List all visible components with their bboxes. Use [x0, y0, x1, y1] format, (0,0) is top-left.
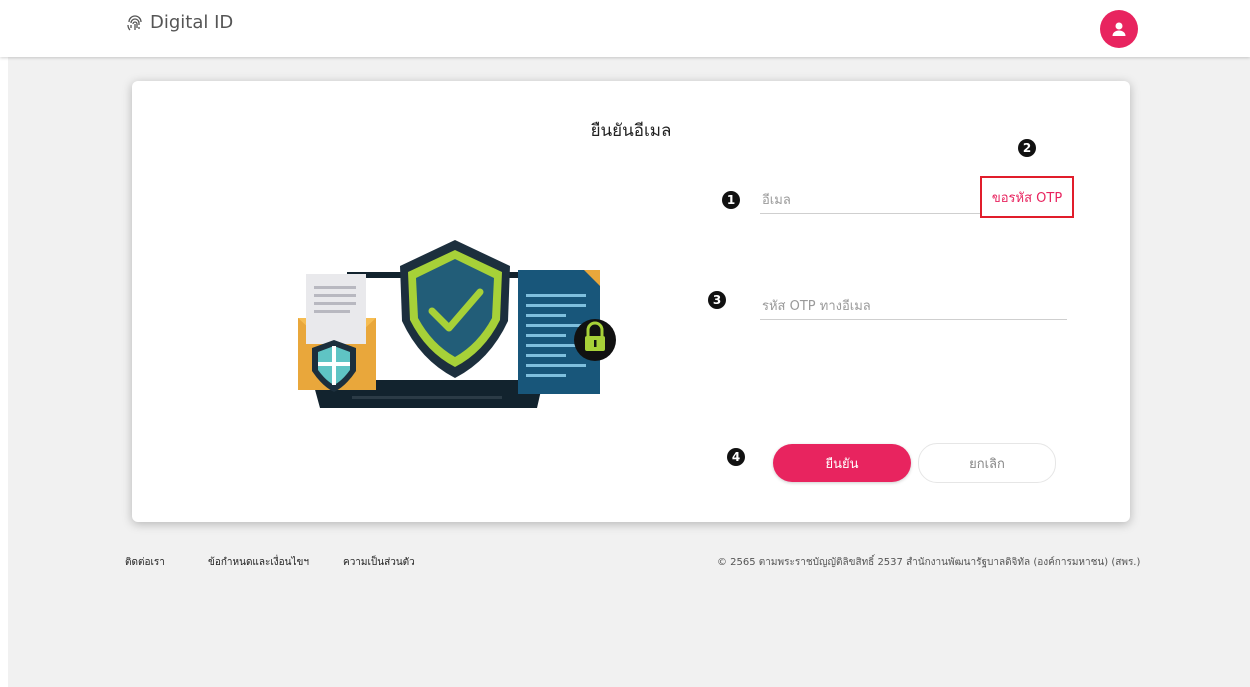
user-icon — [1112, 22, 1126, 36]
brand[interactable]: Digital ID — [125, 12, 233, 33]
brand-name: Digital ID — [150, 12, 234, 33]
copyright-text: © 2565 ตามพระราชบัญญัติลิขสิทธิ์ 2537 สำ… — [717, 557, 1141, 568]
request-otp-button[interactable]: ขอรหัส OTP — [980, 176, 1074, 218]
step-marker-4: 4 — [727, 448, 745, 466]
step-marker-1: 1 — [722, 191, 740, 209]
top-bar: Digital ID — [0, 0, 1250, 57]
user-avatar-button[interactable] — [1100, 10, 1138, 48]
step-marker-3: 3 — [708, 291, 726, 309]
step-marker-2: 2 — [1018, 139, 1036, 157]
footer-link-privacy[interactable]: ความเป็นส่วนตัว — [343, 555, 415, 570]
verify-email-card: ยืนยันอีเมล 1 อีเมล 2 ขอรหัส OTP 3 รหัส … — [132, 81, 1130, 522]
confirm-button[interactable]: ยืนยัน — [773, 444, 911, 482]
otp-input[interactable] — [760, 293, 1071, 319]
email-security-illustration — [298, 240, 616, 408]
fingerprint-icon — [127, 14, 142, 30]
otp-field[interactable] — [760, 293, 1071, 320]
footer-link-terms[interactable]: ข้อกำหนดและเงื่อนไขฯ — [208, 555, 309, 570]
page-title: ยืนยันอีเมล — [590, 121, 672, 141]
footer-link-contact[interactable]: ติดต่อเรา — [125, 555, 165, 570]
cancel-button[interactable]: ยกเลิก — [918, 443, 1056, 483]
